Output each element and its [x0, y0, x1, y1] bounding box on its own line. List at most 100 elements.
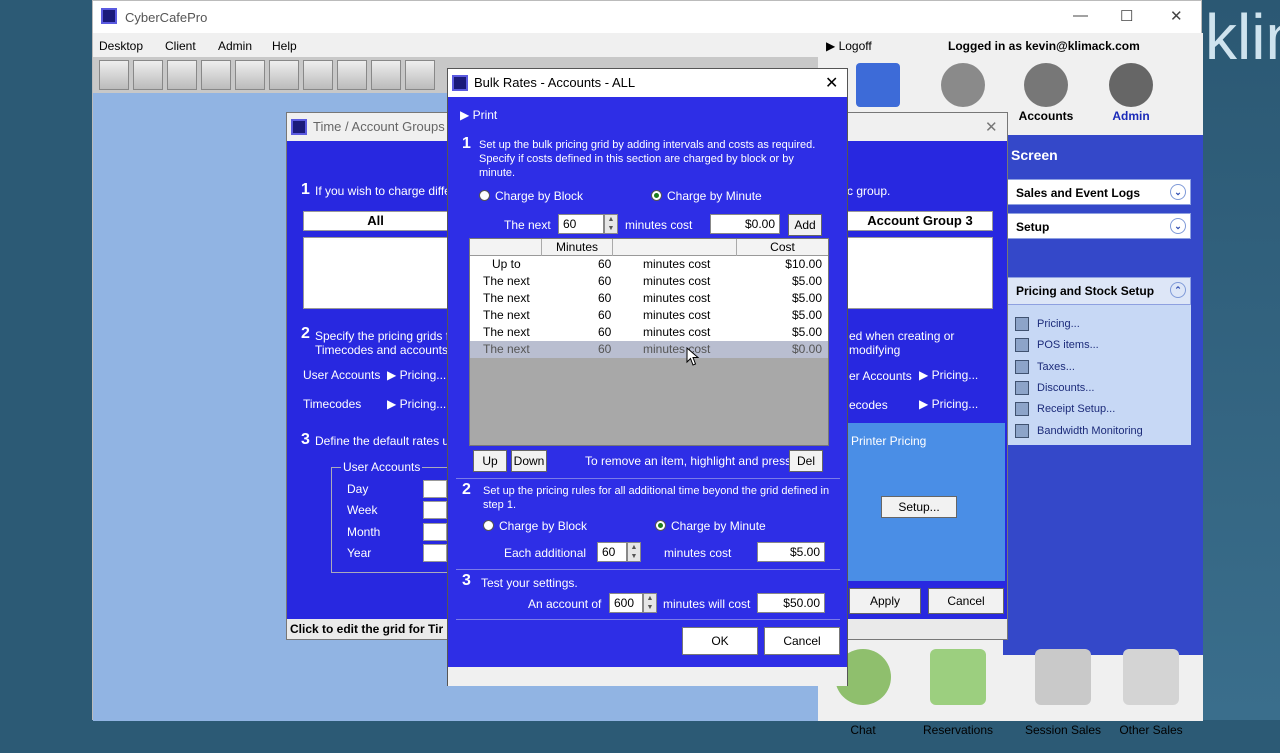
- nav-group-pricing[interactable]: Pricing and Stock Setup ⌃: [1003, 277, 1191, 305]
- nav-group-sales-logs[interactable]: Sales and Event Logs ⌄: [1003, 179, 1191, 205]
- table-row[interactable]: The next 60 minutes cost $5.00: [470, 273, 828, 290]
- session-sales-label: Session Sales: [1024, 723, 1102, 737]
- table-row[interactable]: The next 60 minutes cost $5.00: [470, 307, 828, 324]
- nav-pos-items[interactable]: POS items...: [1015, 338, 1099, 352]
- group3-header[interactable]: Account Group 3: [847, 211, 993, 231]
- background-text: klin: [1205, 1, 1280, 73]
- table-row[interactable]: The next 60 minutes cost $5.00: [470, 290, 828, 307]
- menu-admin[interactable]: Admin: [218, 39, 252, 53]
- group-all-header[interactable]: All: [303, 211, 448, 231]
- step2-charge-by-block-radio[interactable]: [483, 520, 494, 531]
- timecodes-pricing-link[interactable]: ▶ Pricing...: [387, 397, 446, 411]
- station-button[interactable]: [235, 60, 265, 90]
- step1-charge-by-block-radio[interactable]: [479, 190, 490, 201]
- next-minutes-spinner[interactable]: ▲ ▼: [604, 214, 618, 234]
- step2-charge-by-minute-radio[interactable]: [655, 520, 666, 531]
- user-accounts-pricing-link[interactable]: ▶ Pricing...: [387, 368, 446, 382]
- nav-link-label: POS items...: [1037, 338, 1099, 351]
- step1-charge-by-block-label: Charge by Block: [495, 189, 584, 203]
- bulk-pricing-grid[interactable]: Minutes Cost Up to 60 minutes cost $10.0…: [469, 238, 829, 446]
- row-minutes: 60: [598, 342, 612, 356]
- user-accounts-pricing-link-right[interactable]: ▶ Pricing...: [919, 368, 978, 382]
- timer-icon: [941, 63, 985, 107]
- test-minutes-spinner[interactable]: ▲ ▼: [643, 593, 657, 613]
- logoff-link[interactable]: ▶ Logoff: [826, 39, 872, 53]
- station-button[interactable]: [371, 60, 401, 90]
- year-rate-field[interactable]: [423, 544, 447, 562]
- printer-setup-button[interactable]: Setup...: [881, 496, 957, 518]
- nav-discounts[interactable]: Discounts...: [1015, 381, 1094, 395]
- next-cost-input[interactable]: $0.00: [710, 214, 780, 234]
- chevron-up-icon[interactable]: ⌃: [1170, 282, 1186, 298]
- station-button[interactable]: [303, 60, 333, 90]
- move-up-button[interactable]: Up: [473, 450, 507, 472]
- table-row-selected[interactable]: The next 60 minutes cost $0.00: [470, 341, 828, 358]
- logged-in-label: Logged in as kevin@klimack.com: [948, 39, 1140, 53]
- admin-button[interactable]: Admin: [1101, 63, 1161, 133]
- additional-minutes-input[interactable]: 60: [597, 542, 627, 562]
- dialog-title: Bulk Rates - Accounts - ALL: [474, 75, 636, 90]
- station-button[interactable]: [337, 60, 367, 90]
- minutes-column-header[interactable]: Minutes: [541, 239, 613, 256]
- ok-button[interactable]: OK: [682, 627, 758, 655]
- timecodes-pricing-link-right[interactable]: ▶ Pricing...: [919, 397, 978, 411]
- close-icon[interactable]: ✕: [1170, 7, 1183, 25]
- station-button[interactable]: [167, 60, 197, 90]
- menu-desktop[interactable]: Desktop: [99, 39, 143, 53]
- print-link[interactable]: ▶ Print: [460, 108, 497, 122]
- receipt-icon: [1015, 402, 1029, 416]
- add-button[interactable]: Add: [788, 214, 822, 236]
- maximize-icon[interactable]: ☐: [1120, 7, 1133, 25]
- cancel-button[interactable]: Cancel: [928, 588, 1004, 614]
- station-button[interactable]: [99, 60, 129, 90]
- table-row[interactable]: The next 60 minutes cost $5.00: [470, 324, 828, 341]
- period-day: Day: [347, 482, 369, 496]
- nav-pricing[interactable]: Pricing...: [1015, 317, 1080, 331]
- week-rate-field[interactable]: [423, 501, 447, 519]
- timecodes-label-right: ecodes: [849, 398, 888, 412]
- month-rate-field[interactable]: [423, 523, 447, 541]
- group-all-list[interactable]: [303, 237, 448, 309]
- group3-list[interactable]: [847, 237, 993, 309]
- minimize-icon[interactable]: —: [1073, 7, 1088, 24]
- close-icon[interactable]: ✕: [985, 118, 998, 136]
- row-unit: minutes cost: [643, 325, 711, 339]
- nav-receipt-setup[interactable]: Receipt Setup...: [1015, 402, 1115, 416]
- row-cost: $10.00: [785, 257, 822, 271]
- step1-charge-by-minute-radio[interactable]: [651, 190, 662, 201]
- day-rate-field[interactable]: [423, 480, 447, 498]
- station-button[interactable]: [269, 60, 299, 90]
- nav-taxes[interactable]: Taxes...: [1015, 360, 1075, 374]
- test-minutes-input[interactable]: 600: [609, 593, 643, 613]
- reservations-button[interactable]: Reservations: [918, 641, 998, 737]
- move-down-button[interactable]: Down: [511, 450, 547, 472]
- chevron-down-icon[interactable]: ⌄: [1170, 218, 1186, 234]
- accounts-button[interactable]: Accounts: [1016, 63, 1076, 133]
- cancel-button[interactable]: Cancel: [764, 627, 840, 655]
- other-sales-button[interactable]: Other Sales: [1111, 641, 1191, 737]
- next-minutes-input[interactable]: 60: [558, 214, 604, 234]
- session-sales-button[interactable]: Session Sales: [1018, 641, 1108, 737]
- station-button[interactable]: [405, 60, 435, 90]
- station-button[interactable]: [201, 60, 231, 90]
- chevron-down-icon[interactable]: ⌄: [1170, 184, 1186, 200]
- delete-button[interactable]: Del: [789, 450, 823, 472]
- table-row[interactable]: Up to 60 minutes cost $10.00: [470, 256, 828, 273]
- close-icon[interactable]: ✕: [825, 73, 838, 93]
- menu-help[interactable]: Help: [272, 39, 297, 53]
- step-number: 2: [301, 325, 310, 342]
- additional-minutes-spinner[interactable]: ▲ ▼: [627, 542, 641, 562]
- each-additional-label: Each additional: [504, 546, 587, 560]
- cost-column-header[interactable]: Cost: [736, 239, 828, 256]
- nav-bandwidth[interactable]: Bandwidth Monitoring: [1015, 424, 1143, 438]
- apply-button[interactable]: Apply: [849, 588, 921, 614]
- additional-cost-input[interactable]: $5.00: [757, 542, 825, 562]
- nav-link-label: Discounts...: [1037, 381, 1095, 394]
- step1-charge-by-minute-label: Charge by Minute: [667, 189, 762, 203]
- menu-client[interactable]: Client: [165, 39, 196, 53]
- step2-text: Timecodes and accounts.: [315, 343, 452, 357]
- nav-group-setup[interactable]: Setup ⌄: [1003, 213, 1191, 239]
- register-icon: [1035, 649, 1091, 705]
- station-button[interactable]: [133, 60, 163, 90]
- dialog-title-bar: Bulk Rates - Accounts - ALL ✕: [448, 69, 847, 97]
